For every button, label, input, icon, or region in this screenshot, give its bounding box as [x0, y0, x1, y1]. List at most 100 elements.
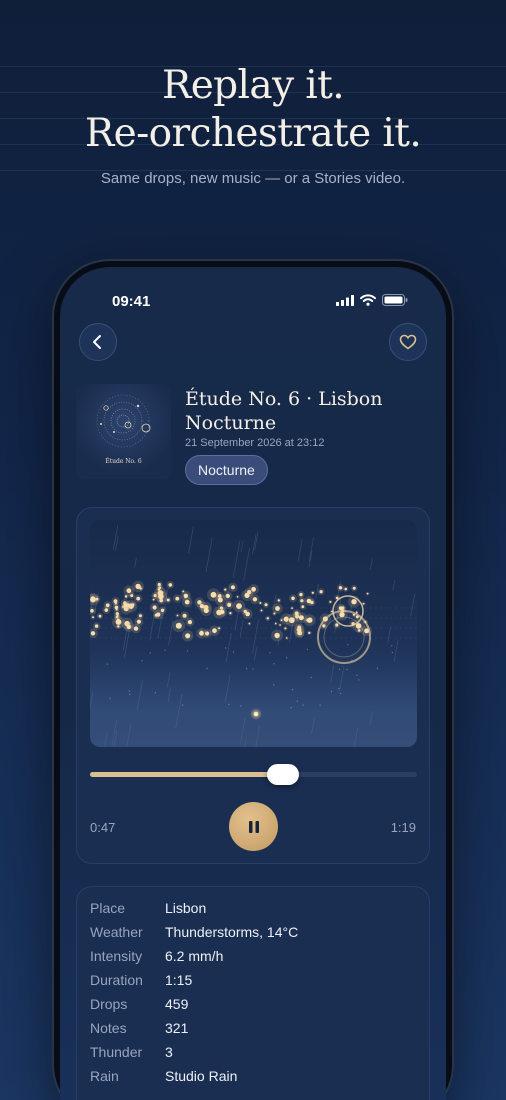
- note-dot: [344, 587, 347, 591]
- note-dot: [136, 619, 141, 624]
- drop-dot: [391, 651, 394, 654]
- rain-streak: [239, 619, 244, 638]
- drop-dot: [149, 652, 151, 654]
- detail-value: 321: [165, 1020, 189, 1036]
- note-dot: [139, 587, 142, 590]
- drop-dot: [232, 651, 235, 653]
- note-dot: [229, 612, 232, 615]
- drop-dot: [106, 663, 109, 665]
- note-dot: [280, 619, 283, 622]
- detail-row: Notes 321: [90, 1020, 188, 1040]
- note-dot: [284, 627, 287, 630]
- note-dot: [217, 597, 223, 603]
- progress-thumb[interactable]: [266, 764, 299, 785]
- note-dot: [218, 627, 221, 630]
- subheadline: Same drops, new music — or a Stories vid…: [100, 170, 406, 187]
- note-dot: [123, 603, 127, 608]
- note-dot: [126, 588, 132, 594]
- rain-streak: [225, 632, 232, 663]
- rain-streak: [393, 639, 399, 662]
- drop-dot: [391, 645, 393, 647]
- note-dot: [275, 606, 280, 611]
- detail-row: Duration 1:15: [90, 972, 192, 992]
- note-dot: [338, 586, 343, 590]
- track-date: 21 September 2026 at 23:12: [185, 437, 325, 449]
- note-dot: [152, 605, 157, 610]
- drop-dot: [228, 703, 230, 706]
- drop-dot: [290, 707, 292, 709]
- drop-dot: [109, 697, 111, 699]
- note-dot: [117, 625, 120, 628]
- drop-dot: [296, 700, 298, 702]
- note-dot: [183, 593, 189, 599]
- note-dot: [105, 603, 110, 608]
- note-dot: [175, 596, 180, 601]
- rain-streak: [112, 524, 119, 550]
- drop-dot: [346, 668, 348, 671]
- drop-dot: [206, 667, 208, 669]
- drop-dot: [186, 650, 189, 652]
- detail-row: Weather Thunderstorms, 14°C: [90, 924, 298, 944]
- rain-streak: [297, 539, 303, 561]
- detail-value: Lisbon: [165, 900, 207, 916]
- note-dot: [92, 616, 94, 619]
- note-dot: [156, 612, 161, 617]
- note-dot: [245, 611, 250, 617]
- chevron-left-icon: [93, 335, 101, 349]
- note-dot: [274, 632, 280, 639]
- detail-row: Drops 459: [90, 996, 188, 1016]
- note-dot: [335, 623, 339, 627]
- drop-dot: [269, 652, 271, 654]
- detail-label: Drops: [90, 996, 128, 1012]
- note-dot: [286, 637, 288, 639]
- drop-dot: [291, 688, 294, 691]
- note-dot: [182, 613, 187, 618]
- back-button[interactable]: [79, 323, 117, 361]
- note-dot: [136, 596, 141, 601]
- rain-streak: [410, 593, 416, 617]
- progress-track[interactable]: [90, 764, 417, 785]
- detail-row: Intensity 6.2 mm/h: [90, 948, 223, 968]
- detail-label: Place: [90, 900, 126, 916]
- note-dot: [166, 598, 170, 602]
- note-dot: [90, 631, 96, 636]
- note-dot: [168, 583, 173, 587]
- detail-label: Thunder: [90, 1044, 143, 1060]
- note-dot: [329, 600, 332, 603]
- drop-dot: [339, 692, 342, 695]
- phone-screen: 09:41 Étude No. 6 Étude No. 6 · Lisbon N…: [60, 267, 446, 1100]
- rain-streak: [134, 557, 137, 568]
- rain-streak: [370, 558, 373, 570]
- mood-tag[interactable]: Nocturne: [185, 455, 268, 485]
- detail-value: 459: [165, 996, 189, 1012]
- drop-dot: [286, 657, 288, 659]
- note-dot: [301, 605, 305, 609]
- total-time: 1:19: [390, 820, 416, 835]
- rain-streak: [232, 540, 241, 579]
- note-dot: [266, 617, 269, 620]
- drop-dot: [310, 676, 312, 679]
- drop-dot: [252, 668, 254, 670]
- rain-streak: [240, 540, 244, 552]
- drop-dot: [319, 704, 321, 706]
- note-dot: [199, 630, 204, 636]
- detail-label: Weather: [90, 924, 143, 940]
- details-card: Place Lisbon Weather Thunderstorms, 14°C…: [76, 886, 430, 1100]
- note-dot: [224, 588, 227, 591]
- heart-icon: [399, 334, 417, 350]
- note-dot: [264, 603, 268, 607]
- drop-dot: [129, 693, 131, 696]
- note-dot: [212, 628, 217, 634]
- note-dot: [283, 616, 289, 622]
- note-dot: [90, 596, 96, 603]
- note-dot: [219, 609, 225, 615]
- note-dot: [248, 622, 251, 625]
- drop-dot: [376, 667, 379, 669]
- detail-label: Notes: [90, 1020, 127, 1036]
- drop-dot: [245, 668, 248, 670]
- favorite-button[interactable]: [389, 323, 427, 361]
- pause-button[interactable]: [229, 802, 278, 851]
- drop-dot: [358, 679, 360, 681]
- note-dot: [308, 631, 311, 634]
- note-dot: [176, 614, 179, 617]
